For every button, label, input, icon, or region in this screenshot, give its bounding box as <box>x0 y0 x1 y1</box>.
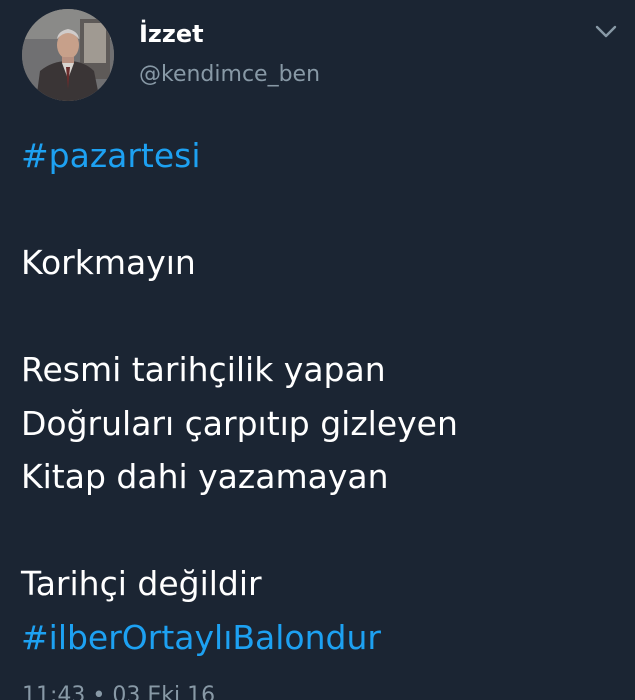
tweet-line: Resmi tarihçilik yapan <box>21 350 386 389</box>
tweet-line: Korkmayın <box>21 243 196 282</box>
tweet-timestamp[interactable]: 11:43 • 03 Eki 16 <box>22 681 215 700</box>
tweet-line: Doğruları çarpıtıp gizleyen <box>21 403 458 443</box>
avatar[interactable] <box>22 9 114 101</box>
hashtag-link[interactable]: #ilberOrtaylıBalondur <box>21 611 621 665</box>
user-handle[interactable]: @kendimce_ben <box>139 59 320 91</box>
profile-photo-icon <box>22 9 114 101</box>
chevron-down-icon[interactable] <box>594 22 618 42</box>
display-name[interactable]: İzzet <box>139 17 204 51</box>
tweet-card: İzzet @kendimce_ben #pazartesi Korkmayın… <box>0 0 635 700</box>
tweet-text: #pazartesi Korkmayın Resmi tarihçilik ya… <box>21 129 621 664</box>
tweet-line: Kitap dahi yazamayan <box>21 457 389 496</box>
tweet-line: Tarihçi değildir <box>21 564 262 603</box>
hashtag-link[interactable]: #pazartesi <box>21 129 621 183</box>
